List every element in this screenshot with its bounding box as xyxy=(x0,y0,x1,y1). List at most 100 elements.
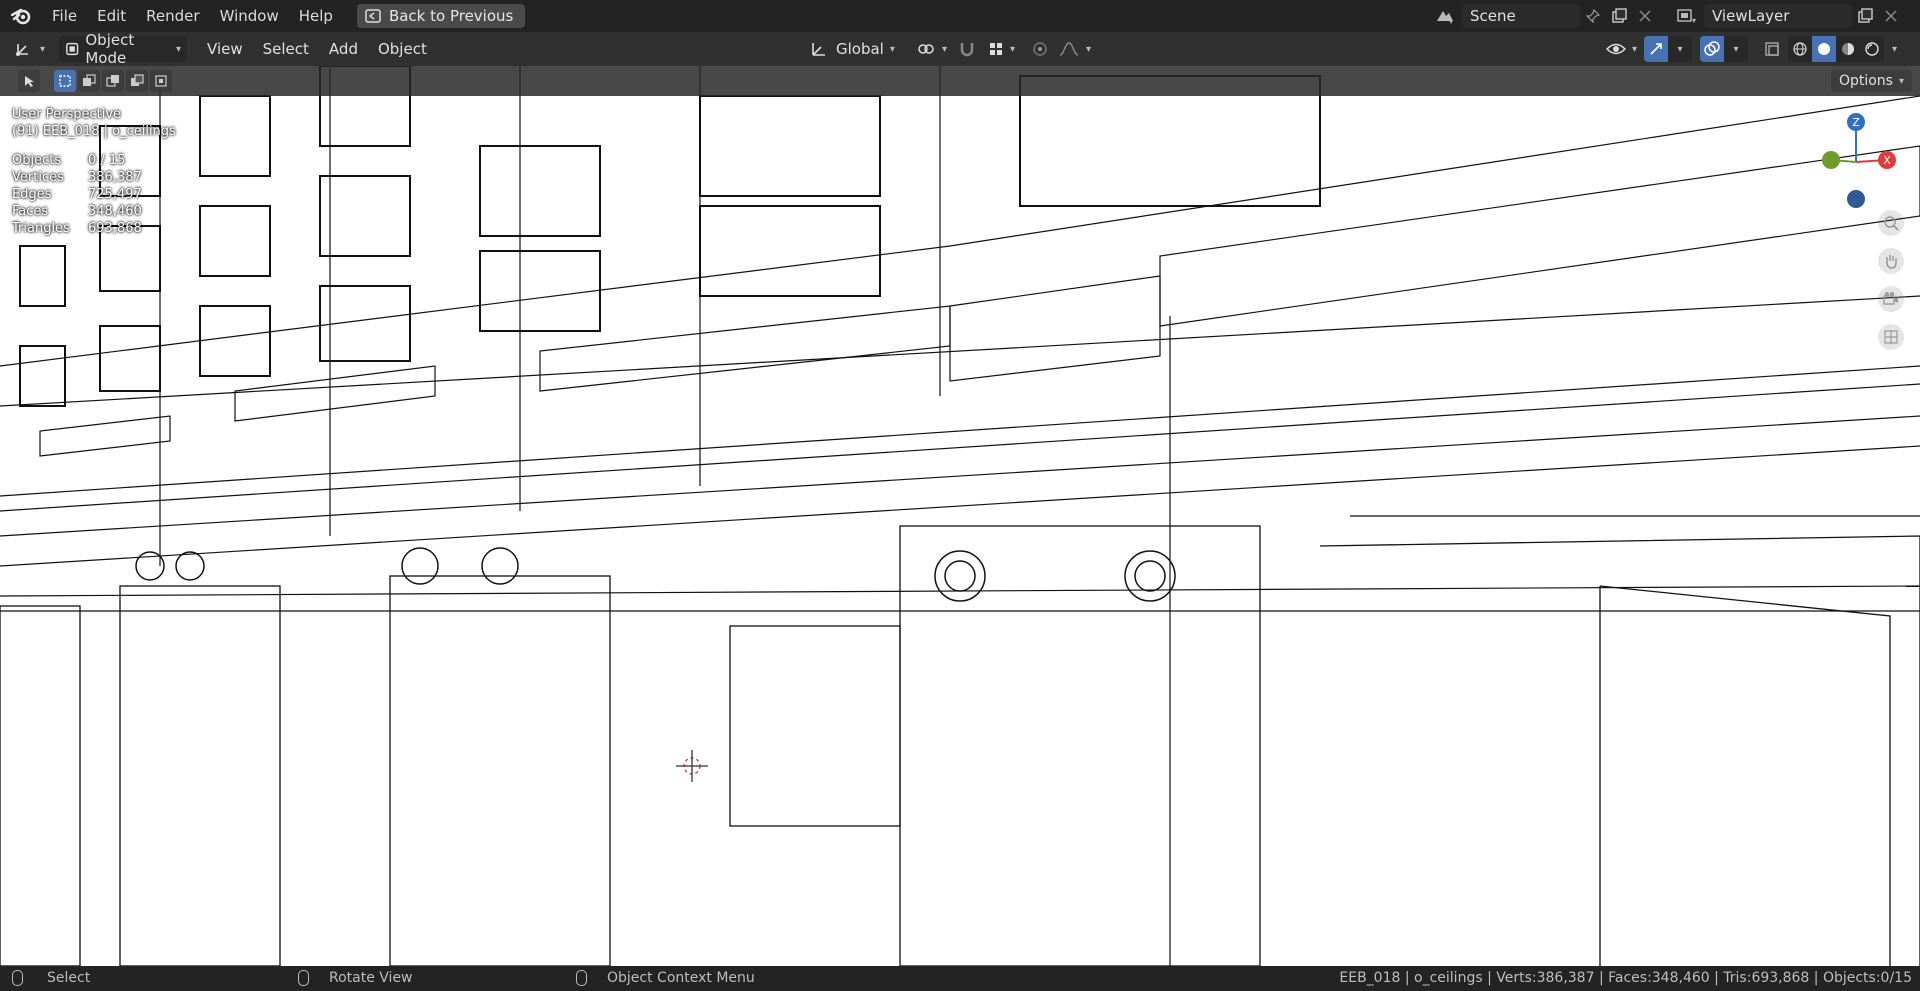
select-extend-icon xyxy=(83,74,96,86)
scene-type-icon[interactable]: ▾ xyxy=(1428,4,1462,28)
chevron-down-icon: ▾ xyxy=(942,43,948,55)
orientation-global-icon xyxy=(812,43,825,56)
pan-hand-icon[interactable] xyxy=(1878,248,1904,274)
shading-wireframe-button[interactable] xyxy=(1788,36,1812,62)
stats-row-vertices: Vertices 386,387 xyxy=(12,169,176,186)
shading-material-button[interactable] xyxy=(1836,36,1860,62)
select-box-invert-button[interactable] xyxy=(126,70,148,92)
overlay-toggle[interactable] xyxy=(1700,36,1724,62)
collection-info: (91) EEB_018 | o_ceilings xyxy=(12,124,176,139)
snap-grid-icon xyxy=(990,43,1002,55)
options-label: Options xyxy=(1838,73,1893,89)
select-box-new-button[interactable] xyxy=(54,70,76,92)
box-select-icon xyxy=(59,75,71,87)
delete-view-layer-icon[interactable] xyxy=(1878,4,1904,28)
blender-logo-icon[interactable] xyxy=(0,0,42,32)
svg-text:▾: ▾ xyxy=(1449,17,1453,25)
viewport-header: ▾ Object Mode ▾ View Select Add Object G… xyxy=(0,31,1920,67)
menu-file[interactable]: File xyxy=(42,0,87,32)
stat-value: 0 / 15 xyxy=(88,153,126,168)
options-dropdown[interactable]: Options ▾ xyxy=(1830,70,1912,92)
select-box-intersect-button[interactable] xyxy=(150,70,172,92)
menu-edit[interactable]: Edit xyxy=(87,0,136,32)
mode-label: Object Mode xyxy=(85,31,135,67)
status-bar: Select Rotate View Object Context Menu E… xyxy=(0,966,1920,991)
object-mode-icon xyxy=(66,42,79,56)
shading-rendered-button[interactable] xyxy=(1860,36,1884,62)
chevron-down-icon: ▾ xyxy=(1898,75,1904,87)
shading-mode-group xyxy=(1788,36,1884,62)
view-layer-field[interactable]: ViewLayer xyxy=(1704,4,1852,28)
shading-solid-button[interactable] xyxy=(1812,36,1836,62)
status-context-label: Object Context Menu xyxy=(607,970,755,986)
overlay-dropdown[interactable]: ▾ xyxy=(1724,36,1748,62)
mouse-middle-icon xyxy=(298,970,309,986)
header-menu-view[interactable]: View xyxy=(197,36,253,62)
stat-label: Faces xyxy=(12,204,49,219)
header-menu-object[interactable]: Object xyxy=(368,36,437,62)
chevron-down-icon: ▾ xyxy=(176,43,182,55)
navigation-gizmo[interactable]: Z X xyxy=(1810,102,1910,212)
chevron-down-icon: ▾ xyxy=(1632,43,1638,55)
stats-row-faces: Faces 348,460 xyxy=(12,203,176,220)
gizmo-toggle[interactable] xyxy=(1644,36,1668,62)
chevron-down-icon: ▾ xyxy=(1733,43,1739,55)
axis-gizmo-icon xyxy=(16,44,28,56)
projection-toggle-icon[interactable] xyxy=(1878,324,1904,350)
menu-render[interactable]: Render xyxy=(136,0,209,32)
pivot-point-dropdown[interactable]: ▾ xyxy=(910,36,953,62)
stat-value: 386,387 xyxy=(88,170,142,185)
snap-target-dropdown[interactable]: ▾ xyxy=(982,36,1021,62)
editor-type-button[interactable]: ▾ xyxy=(8,36,51,62)
camera-view-icon[interactable] xyxy=(1878,286,1904,312)
new-view-layer-icon[interactable] xyxy=(1852,4,1878,28)
status-rotate-label: Rotate View xyxy=(329,970,413,986)
stats-row-edges: Edges 725,497 xyxy=(12,186,176,203)
proportional-editing-toggle[interactable] xyxy=(1026,36,1054,62)
gizmo-dropdown[interactable]: ▾ xyxy=(1668,36,1692,62)
falloff-dropdown[interactable]: ▾ xyxy=(1052,36,1097,62)
stat-label: Objects xyxy=(12,153,62,168)
stat-label: Triangles xyxy=(12,221,70,236)
select-tool-button[interactable] xyxy=(18,70,40,92)
stat-value: 725,497 xyxy=(88,187,142,202)
header-menu-select[interactable]: Select xyxy=(253,36,319,62)
xray-icon xyxy=(1765,42,1779,56)
status-rotate-hint: Rotate View xyxy=(298,970,413,986)
selection-mode-group xyxy=(54,70,172,92)
stat-value: 693,868 xyxy=(88,221,142,236)
pin-icon[interactable] xyxy=(1580,4,1606,28)
select-box-subtract-button[interactable] xyxy=(102,70,124,92)
orientation-label: Global xyxy=(836,40,884,58)
select-intersect-icon xyxy=(155,75,167,87)
gizmo-arrows-icon xyxy=(1650,43,1662,55)
zoom-magnifier-icon[interactable] xyxy=(1878,210,1904,236)
wireframe-sphere-icon xyxy=(1793,42,1807,56)
shading-options-dropdown[interactable]: ▾ xyxy=(1886,36,1903,62)
scene-name-field[interactable]: Scene xyxy=(1462,4,1580,28)
mouse-right-icon xyxy=(576,970,587,986)
menu-window[interactable]: Window xyxy=(210,0,289,32)
active-tool-group xyxy=(18,70,40,92)
snap-toggle[interactable] xyxy=(952,36,982,62)
select-box-extend-button[interactable] xyxy=(78,70,100,92)
chevron-down-icon: ▾ xyxy=(1677,43,1683,55)
back-to-previous-button[interactable]: Back to Previous xyxy=(356,4,526,28)
mode-dropdown[interactable]: Object Mode ▾ xyxy=(59,31,188,67)
visibility-dropdown[interactable]: ▾ xyxy=(1600,36,1643,62)
new-scene-icon[interactable] xyxy=(1606,4,1632,28)
select-invert-icon xyxy=(131,74,144,86)
transform-orientation-dropdown[interactable]: Global ▾ xyxy=(804,36,901,62)
view-layer-icon[interactable]: ▾ xyxy=(1670,4,1704,28)
stat-label: Vertices xyxy=(12,170,64,185)
pivot-icon xyxy=(918,44,934,54)
magnet-icon xyxy=(960,43,974,57)
3d-viewport[interactable]: Options ▾ User Perspective (91) EEB_018 … xyxy=(0,66,1920,966)
status-context-hint: Object Context Menu xyxy=(576,970,755,986)
status-scene-info: EEB_018 | o_ceilings | Verts:386,387 | F… xyxy=(1339,970,1912,986)
xray-toggle[interactable] xyxy=(1758,36,1786,62)
menu-help[interactable]: Help xyxy=(289,0,343,32)
header-menu-add[interactable]: Add xyxy=(319,36,368,62)
rendered-sphere-icon xyxy=(1865,42,1879,56)
delete-scene-icon[interactable] xyxy=(1632,4,1658,28)
